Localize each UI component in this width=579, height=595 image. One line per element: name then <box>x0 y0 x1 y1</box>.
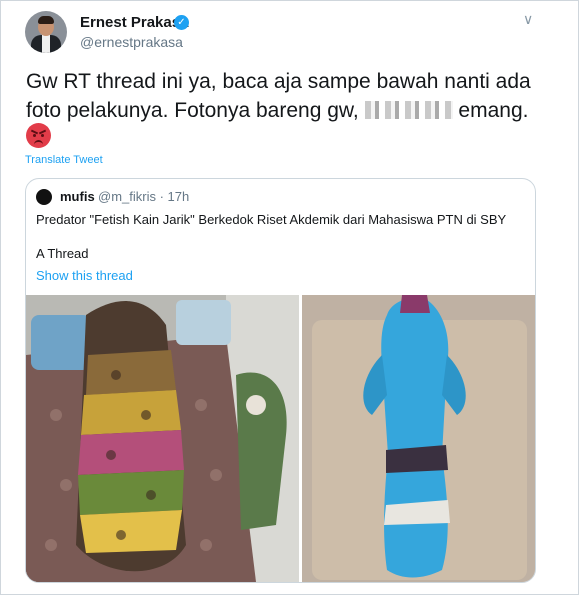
author-avatar[interactable] <box>25 11 67 53</box>
quoted-text: Predator "Fetish Kain Jarik" Berkedok Ri… <box>36 212 507 227</box>
quoted-subtext: A Thread <box>36 246 89 261</box>
chevron-down-icon[interactable]: ∨ <box>523 11 533 28</box>
author-name[interactable]: Ernest Prakasa <box>80 14 188 31</box>
quoted-author-handle: @m_fikris · 17h <box>98 189 190 204</box>
tweet-text-after: emang. <box>452 99 529 122</box>
quoted-media[interactable] <box>26 295 535 582</box>
angry-face-icon <box>26 123 51 148</box>
tweet-text: Gw RT thread ini ya, baca aja sampe bawa… <box>26 67 556 125</box>
translate-tweet-link[interactable]: Translate Tweet <box>25 154 103 166</box>
photo-wrapped-cloth-right[interactable] <box>302 295 535 582</box>
redacted-name <box>364 101 453 119</box>
quoted-author-name[interactable]: mufis <box>60 189 95 204</box>
show-thread-link[interactable]: Show this thread <box>36 268 133 283</box>
quoted-avatar[interactable] <box>36 189 52 205</box>
photo-wrapped-cloth-left[interactable] <box>26 295 299 582</box>
tweet-card: Ernest Prakasa ✓ @ernestprakasa ∨ Gw RT … <box>0 0 579 595</box>
verified-badge-icon: ✓ <box>174 15 189 30</box>
author-handle[interactable]: @ernestprakasa <box>80 34 183 50</box>
quoted-tweet[interactable]: mufis @m_fikris · 17h Predator "Fetish K… <box>25 178 536 583</box>
